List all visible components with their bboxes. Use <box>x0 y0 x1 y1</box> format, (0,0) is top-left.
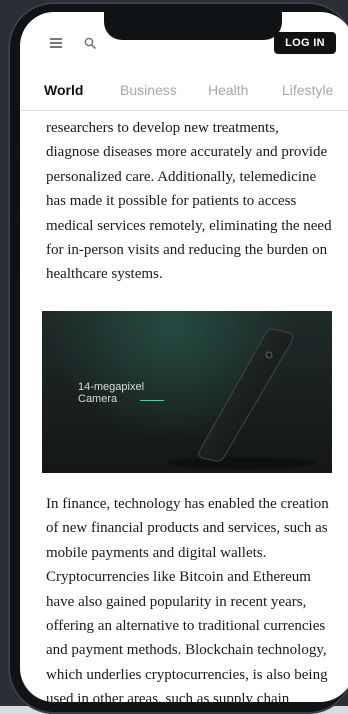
paragraph-line: for in-person visits and reducing the bu… <box>46 242 328 259</box>
paragraph-line: researchers to develop new treatments, <box>46 120 279 136</box>
tab-business[interactable]: Business <box>120 82 177 98</box>
paragraph-line: offering an alternative to traditional c… <box>46 618 326 635</box>
paragraph-line: has made it possible for patients to acc… <box>46 193 297 210</box>
search-icon[interactable] <box>84 37 96 49</box>
paragraph-line: diagnose diseases more accurately and pr… <box>46 144 328 161</box>
caption-accent-line <box>140 400 164 401</box>
phone-screen: LOG IN World Business Health Lifestyle r… <box>20 12 348 702</box>
paragraph-line: mobile payments and digital wallets. <box>46 544 267 561</box>
category-tabs: World Business Health Lifestyle <box>20 70 348 111</box>
article-image-phone-camera: 14-megapixel Camera <box>42 311 332 473</box>
paragraph-line: which underlies cryptocurrencies, is als… <box>46 666 328 683</box>
article-content: researchers to develop new treatments, d… <box>20 111 348 702</box>
tab-world[interactable]: World <box>44 82 83 98</box>
paragraph-line: used in other areas, such as supply chai… <box>46 691 290 702</box>
article-paragraph-health: researchers to develop new treatments, d… <box>46 116 336 287</box>
paragraph-line: Cryptocurrencies like Bitcoin and Ethere… <box>46 569 311 586</box>
paragraph-line: healthcare systems. <box>46 266 163 283</box>
paragraph-line: of new financial products and services, … <box>46 520 328 537</box>
article-paragraph-finance: In finance, technology has enabled the c… <box>46 492 336 702</box>
paragraph-line: In finance, technology has enabled the c… <box>46 496 329 512</box>
image-caption-line: 14-megapixel <box>78 381 145 393</box>
tab-lifestyle[interactable]: Lifestyle <box>282 82 333 98</box>
hamburger-menu-icon[interactable] <box>50 38 62 48</box>
phone-notch <box>104 12 282 40</box>
tab-health[interactable]: Health <box>208 82 248 98</box>
paragraph-line: have also gained popularity in recent ye… <box>46 593 307 610</box>
image-caption: 14-megapixel Camera <box>78 381 144 405</box>
paragraph-line: and payment methods. Blockchain technolo… <box>46 642 327 659</box>
paragraph-line: personalized care. Additionally, telemed… <box>46 168 317 185</box>
image-caption-line: Camera <box>78 393 118 405</box>
paragraph-line: medical services remotely, eliminating t… <box>46 217 332 234</box>
login-button[interactable]: LOG IN <box>274 32 336 54</box>
